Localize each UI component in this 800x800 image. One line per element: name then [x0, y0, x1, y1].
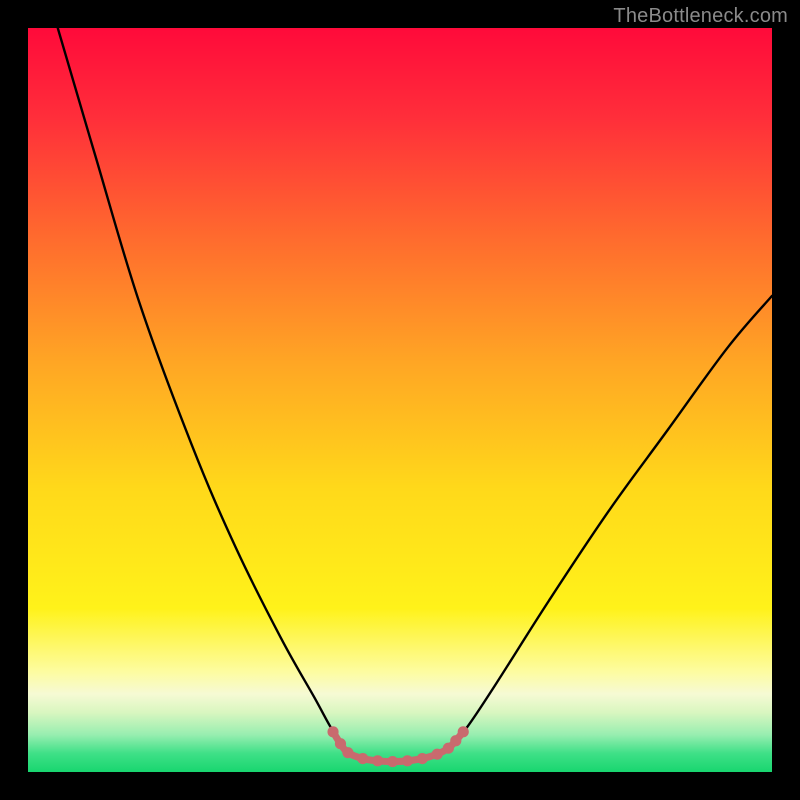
bottleneck-curve	[58, 28, 772, 762]
chart-container: TheBottleneck.com	[0, 0, 800, 800]
marker-dot	[335, 738, 346, 749]
marker-dot	[458, 726, 469, 737]
marker-dot	[372, 755, 383, 766]
marker-dot	[417, 753, 428, 764]
plot-area	[28, 28, 772, 772]
marker-dot	[342, 747, 353, 758]
marker-dot	[387, 756, 398, 767]
marker-dot	[402, 755, 413, 766]
marker-dot	[357, 753, 368, 764]
marker-dot	[432, 749, 443, 760]
chart-svg	[28, 28, 772, 772]
marker-dot	[327, 726, 338, 737]
watermark-text: TheBottleneck.com	[613, 5, 788, 28]
marker-dot	[450, 735, 461, 746]
